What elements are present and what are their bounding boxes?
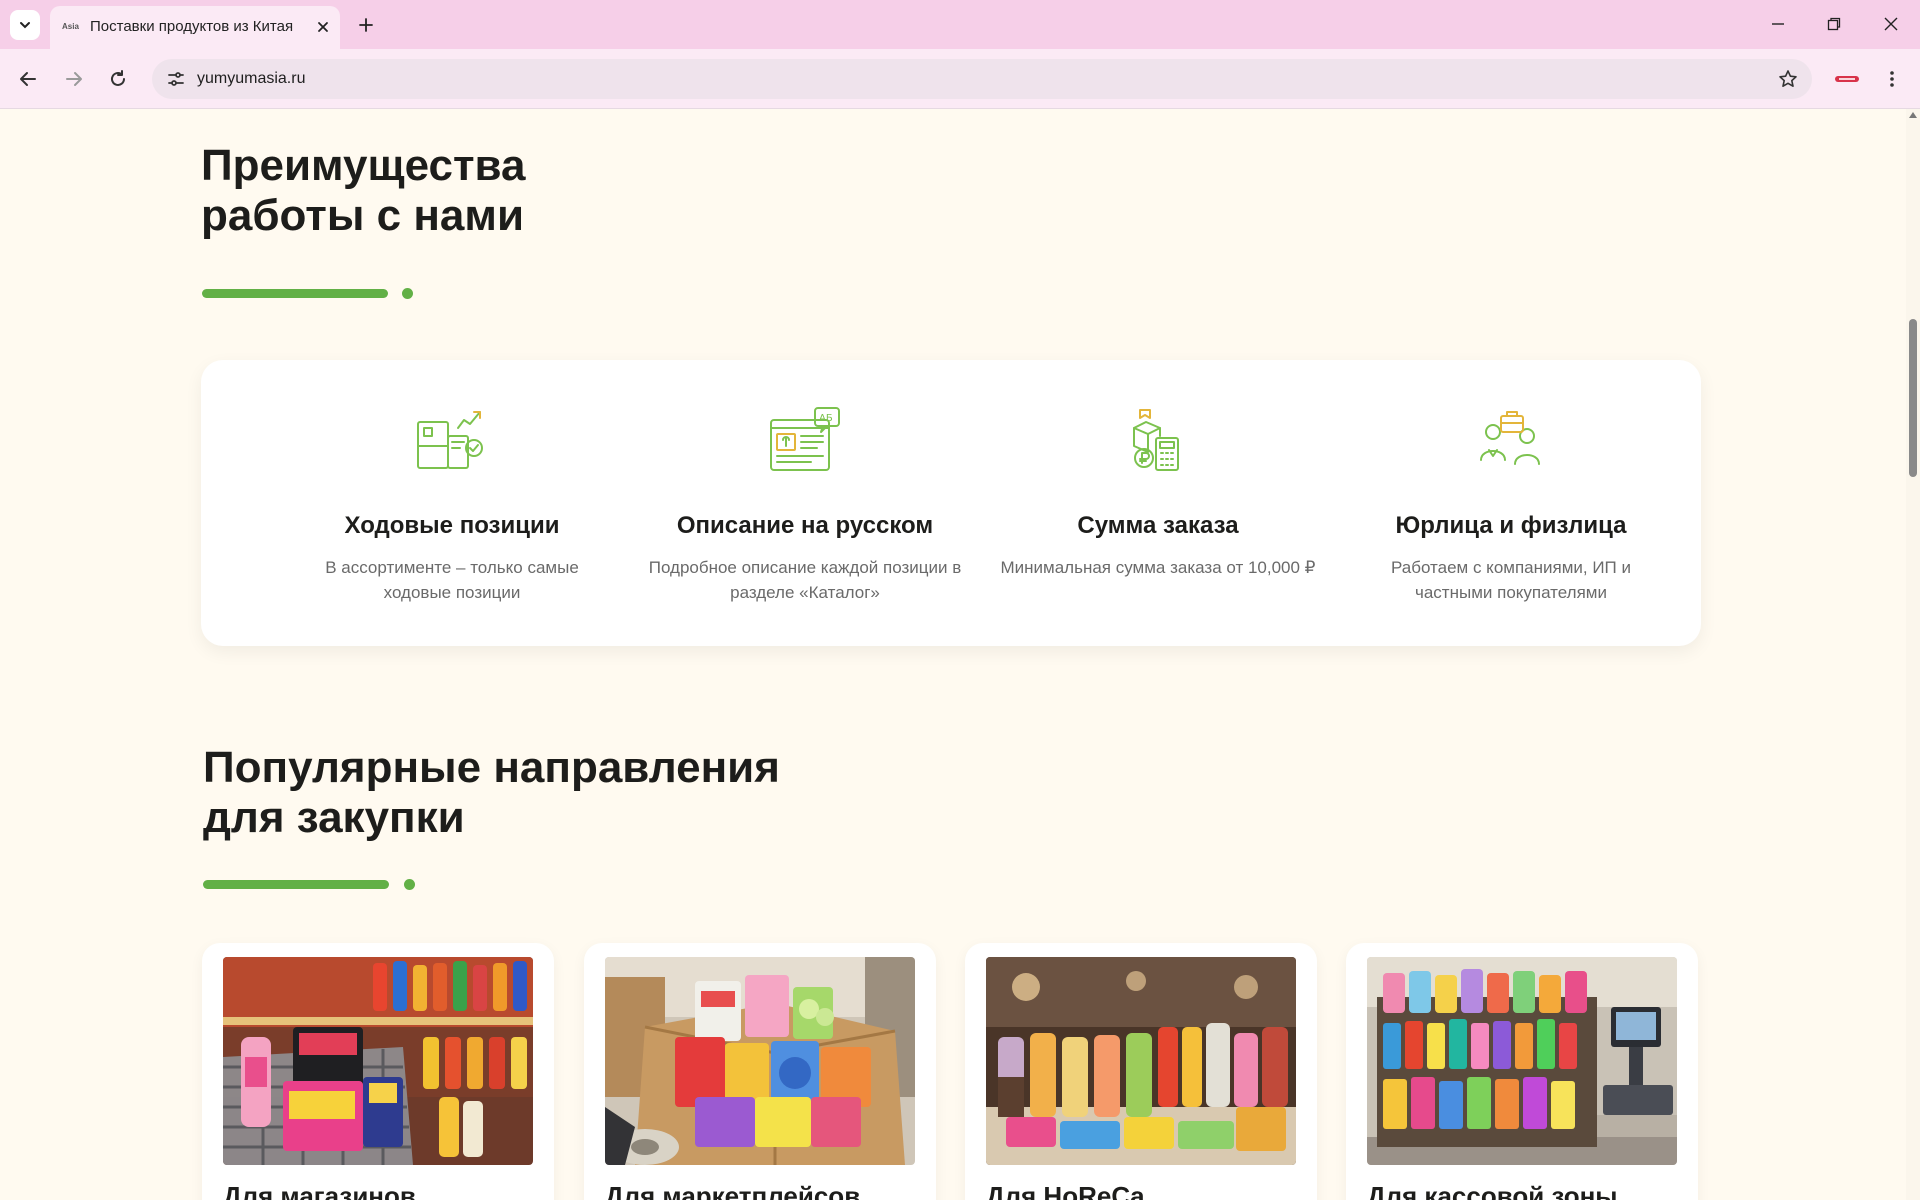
category-image-checkout [1367, 957, 1677, 1165]
title-underline-dot [402, 288, 413, 299]
reload-button[interactable] [102, 63, 134, 95]
popular-title: Популярные направления для закупки [203, 743, 780, 842]
category-card-stores[interactable]: Для магазинов [202, 943, 554, 1200]
minimize-button[interactable] [1758, 8, 1798, 40]
chevron-down-icon [20, 22, 30, 29]
site-info-button[interactable] [162, 65, 190, 93]
advantage-description: Подробное описание каждой позиции в разд… [648, 558, 962, 602]
advantage-title: Ходовые позиции [344, 512, 560, 539]
order-calculator-icon [1108, 400, 1208, 480]
arrow-right-icon [66, 72, 82, 86]
category-label: Для магазинов [223, 1181, 416, 1200]
products-chart-icon [402, 400, 502, 480]
advantage-title: Описание на русском [676, 512, 934, 539]
category-label: Для кассовой зоны [1367, 1181, 1618, 1200]
advantages-title: Преимущества работы с нами [201, 141, 526, 240]
url-text: yumyumasia.ru [197, 70, 306, 87]
advantage-item: Сумма заказа Минимальная сумма заказа от… [988, 400, 1328, 620]
tab-title: Поставки продуктов из Китая [90, 18, 294, 35]
restore-icon [1827, 17, 1841, 31]
scroll-up-arrow-icon[interactable] [1909, 112, 1917, 118]
bookmark-button[interactable] [1774, 65, 1802, 93]
minimize-icon [1772, 23, 1784, 25]
back-button[interactable] [12, 63, 44, 95]
category-card-horeca[interactable]: Для HoReCa [965, 943, 1317, 1200]
russian-description-icon: АБ [755, 400, 855, 480]
star-icon [1779, 70, 1797, 87]
scrollbar-thumb[interactable] [1909, 319, 1917, 477]
arrow-left-icon [20, 72, 36, 86]
advantage-item: Ходовые позиции В ассортименте – только … [282, 400, 622, 620]
clients-icon [1461, 400, 1561, 480]
extension-button[interactable] [1834, 66, 1860, 92]
advantage-item: АБ Описание на русском Подробное описани… [635, 400, 975, 620]
advantage-title: Юрлица и физлица [1395, 512, 1627, 539]
svg-text:АБ: АБ [819, 413, 833, 424]
advantage-description: В ассортименте – только самые ходовые по… [325, 558, 579, 602]
title-underline [202, 289, 388, 298]
extension-icon [1835, 76, 1859, 82]
page-scrollbar[interactable] [1906, 109, 1920, 1200]
tab-search-button[interactable] [10, 10, 40, 40]
title-underline-dot [404, 879, 415, 890]
category-card-marketplaces[interactable]: Для маркетплейсов [584, 943, 936, 1200]
category-label: Для HoReCa [986, 1181, 1145, 1200]
address-bar[interactable]: yumyumasia.ru [152, 59, 1812, 99]
browser-menu-button[interactable] [1878, 65, 1906, 93]
title-underline [203, 880, 389, 889]
advantage-description: Минимальная сумма заказа от 10,000 ₽ [1000, 558, 1316, 577]
more-vertical-icon [1890, 71, 1894, 87]
active-tab[interactable]: Asia Поставки продуктов из Китая [50, 6, 340, 49]
browser-tab-bar: Asia Поставки продуктов из Китая [0, 0, 1920, 49]
browser-toolbar: yumyumasia.ru [0, 49, 1920, 109]
new-tab-button[interactable] [352, 11, 380, 39]
advantage-description: Работаем с компаниями, ИП и частными пок… [1391, 558, 1631, 602]
close-icon [1884, 17, 1898, 31]
forward-button[interactable] [58, 63, 90, 95]
close-icon [318, 22, 328, 32]
restore-button[interactable] [1814, 8, 1854, 40]
reload-icon [111, 70, 125, 86]
category-image-horeca [986, 957, 1296, 1165]
category-image-marketplaces [605, 957, 915, 1165]
window-close-button[interactable] [1871, 8, 1911, 40]
tune-icon [168, 72, 184, 86]
page-viewport: Преимущества работы с нами Ходовые позиц… [0, 109, 1906, 1200]
category-card-checkout[interactable]: Для кассовой зоны [1346, 943, 1698, 1200]
plus-icon [359, 18, 373, 32]
category-label: Для маркетплейсов [605, 1181, 861, 1200]
tab-close-button[interactable] [312, 16, 334, 38]
site-favicon-icon: Asia [62, 22, 79, 31]
advantage-title: Сумма заказа [1077, 512, 1239, 539]
category-image-stores [223, 957, 533, 1165]
advantages-card: Ходовые позиции В ассортименте – только … [201, 360, 1701, 646]
advantage-item: Юрлица и физлица Работаем с компаниями, … [1341, 400, 1681, 620]
